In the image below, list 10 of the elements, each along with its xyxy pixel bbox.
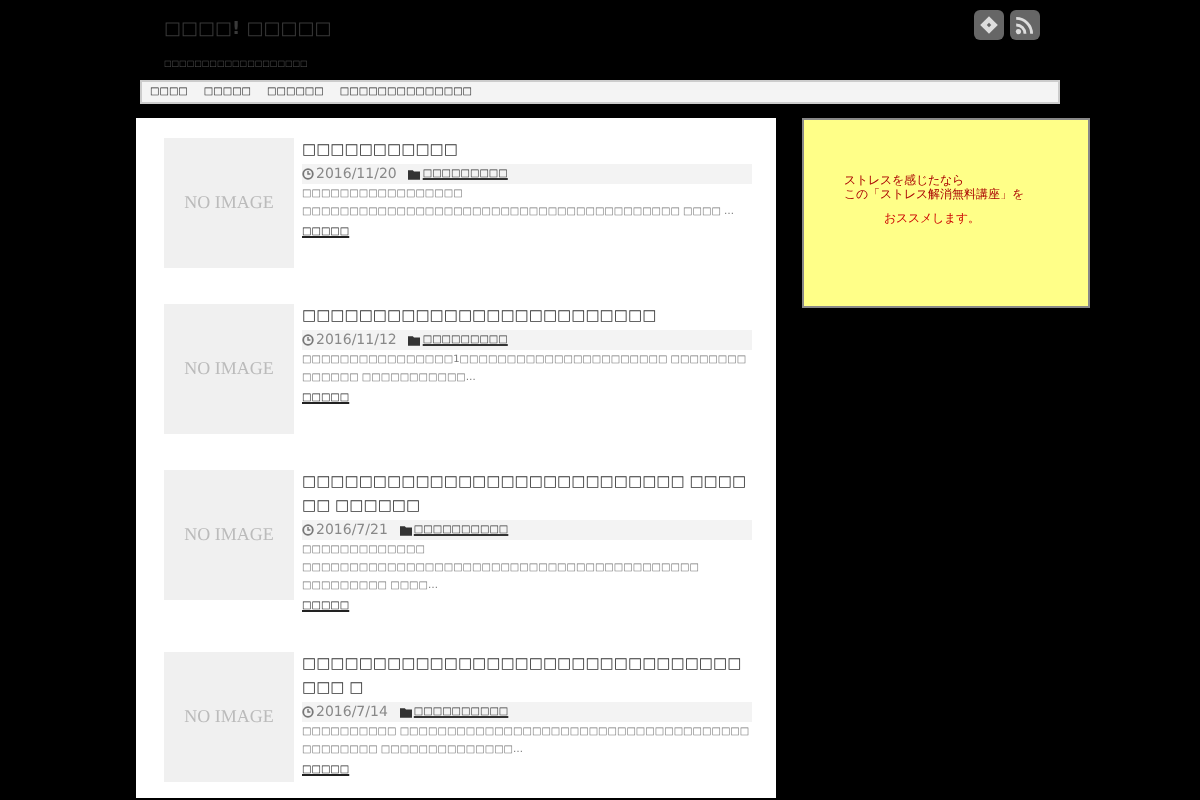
clock-icon xyxy=(302,524,314,536)
rss-icon[interactable] xyxy=(1010,10,1040,40)
folder-icon xyxy=(408,169,421,179)
clock-icon xyxy=(302,706,314,718)
feedly-icon[interactable] xyxy=(974,10,1004,40)
clock-icon xyxy=(302,334,314,346)
clock-icon xyxy=(302,168,314,180)
folder-icon xyxy=(399,707,412,717)
folder-icon xyxy=(399,525,412,535)
folder-icon xyxy=(408,335,421,345)
